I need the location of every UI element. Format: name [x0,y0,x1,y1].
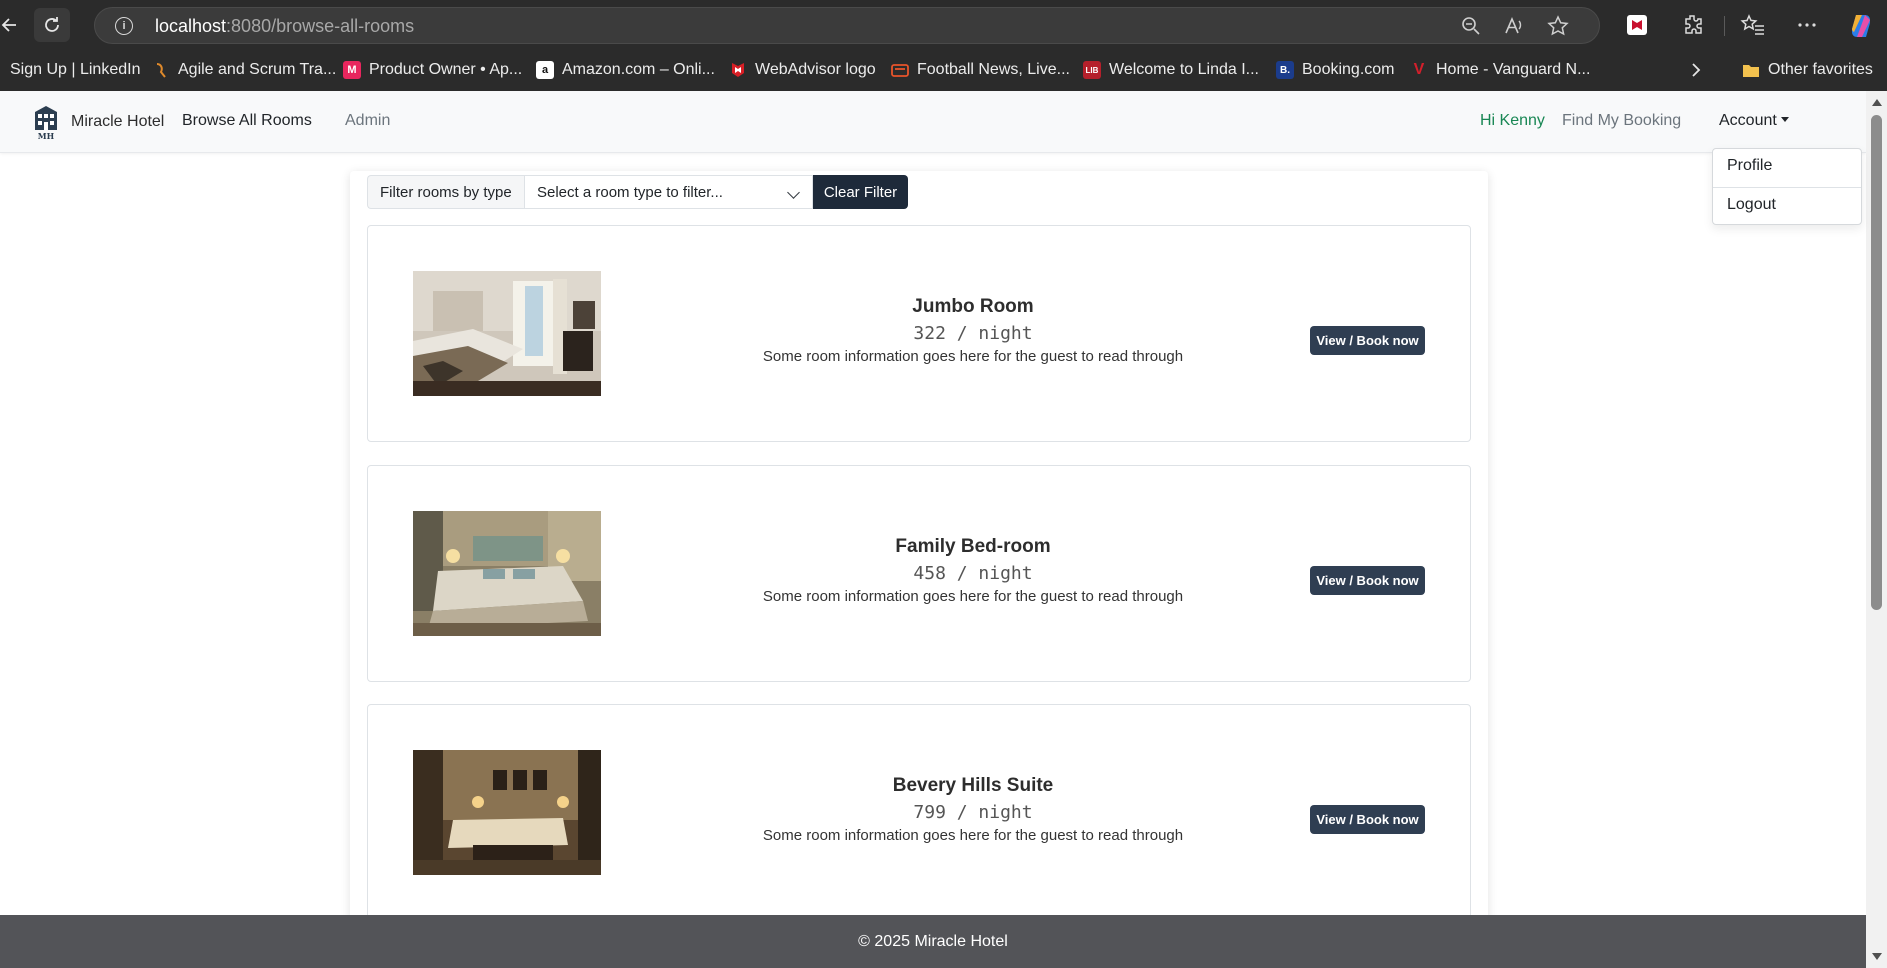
site-info-icon[interactable]: i [115,17,133,35]
room-photo[interactable] [413,511,601,636]
browser-toolbar: i localhost:8080/browse-all-rooms [0,0,1887,50]
copilot-icon[interactable] [1848,12,1874,38]
room-card: Bevery Hills Suite 799 / night Some room… [367,704,1471,921]
filter-label: Filter rooms by type [367,175,524,209]
agile-icon [152,61,170,79]
room-description: Some room information goes here for the … [762,348,1184,365]
menu-divider [1713,187,1861,188]
reload-icon[interactable] [34,8,70,42]
bookmarks-overflow-chevron-icon[interactable] [1689,59,1703,81]
room-photo[interactable] [413,271,601,396]
menu-item-profile[interactable]: Profile [1727,157,1772,175]
brand-name[interactable]: Miracle Hotel [71,113,164,131]
view-book-button[interactable]: View / Book now [1310,805,1425,834]
bookmark-amazon[interactable]: a Amazon.com – Onli... [536,59,715,81]
back-icon[interactable] [0,8,28,42]
football-news-icon [891,61,909,79]
view-book-button[interactable]: View / Book now [1310,566,1425,595]
site-navbar: MH Miracle Hotel Browse All Rooms Admin … [0,91,1866,153]
product-owner-icon: M [343,61,361,79]
room-info: Bevery Hills Suite 799 / night Some room… [668,775,1278,844]
room-filter: Filter rooms by type Select a room type … [367,175,908,209]
mcafee-icon [729,61,747,79]
bookmark-booking[interactable]: B. Booking.com [1276,59,1395,81]
user-greeting: Hi Kenny [1480,112,1545,129]
booking-icon: B. [1276,61,1294,79]
clear-filter-button[interactable]: Clear Filter [813,175,908,209]
caret-down-icon [1780,117,1789,122]
logo-text: MH [38,131,55,140]
more-menu-icon[interactable] [1794,12,1820,38]
amazon-icon: a [536,61,554,79]
room-card: Jumbo Room 322 / night Some room informa… [367,225,1471,442]
url-text[interactable]: localhost:8080/browse-all-rooms [155,16,414,37]
nav-admin[interactable]: Admin [345,112,390,130]
hotel-logo-icon: MH [35,106,57,140]
folder-icon [1742,61,1760,79]
mcafee-extension-icon[interactable] [1624,12,1650,38]
scroll-down-arrow-icon[interactable] [1872,953,1882,960]
brand[interactable]: MH Miracle Hotel [33,104,164,140]
page-scrollbar[interactable] [1866,91,1887,968]
menu-item-logout[interactable]: Logout [1727,196,1776,214]
view-book-button[interactable]: View / Book now [1310,326,1425,355]
account-dropdown-toggle[interactable]: Account [1719,112,1789,130]
bookmark-vanguard[interactable]: V Home - Vanguard N... [1410,59,1591,81]
site-footer: © 2025 Miracle Hotel [0,915,1866,968]
room-type: Bevery Hills Suite [892,775,1054,796]
room-type: Family Bed-room [895,536,1051,557]
room-info: Jumbo Room 322 / night Some room informa… [668,296,1278,365]
bookmark-linkedin[interactable]: Sign Up | LinkedIn [10,59,140,81]
nav-find-my-booking[interactable]: Find My Booking [1562,112,1681,130]
bookmark-product-owner[interactable]: M Product Owner • Ap... [343,59,522,81]
nav-browse-all-rooms[interactable]: Browse All Rooms [182,112,312,130]
bookmark-linda[interactable]: LIB Welcome to Linda I... [1083,59,1259,81]
room-photo[interactable] [413,750,601,875]
toolbar-divider [1724,16,1725,36]
read-aloud-icon[interactable] [1503,15,1525,37]
account-dropdown-menu: Profile Logout [1712,148,1862,225]
address-bar[interactable]: i localhost:8080/browse-all-rooms [94,7,1600,44]
room-price: 458 / night [913,563,1033,584]
chevron-down-icon [787,186,800,199]
vanguard-icon: V [1413,61,1425,78]
lib-icon: LIB [1083,61,1101,79]
extensions-icon[interactable] [1680,12,1706,38]
bookmark-webadvisor[interactable]: WebAdvisor logo [729,59,876,81]
room-price: 799 / night [913,802,1033,823]
favorites-icon[interactable] [1740,12,1766,38]
bookmark-football-news[interactable]: Football News, Live... [891,59,1070,81]
room-description: Some room information goes here for the … [762,588,1184,605]
zoom-icon[interactable] [1460,15,1482,37]
room-description: Some room information goes here for the … [762,827,1184,844]
room-type: Jumbo Room [912,296,1034,317]
scrollbar-thumb[interactable] [1871,115,1882,610]
scroll-up-arrow-icon[interactable] [1872,99,1882,106]
room-price: 322 / night [913,323,1033,344]
room-card: Family Bed-room 458 / night Some room in… [367,465,1471,682]
bookmark-agile[interactable]: Agile and Scrum Tra... [152,59,336,81]
bookmarks-bar: Sign Up | LinkedIn Agile and Scrum Tra..… [0,50,1887,91]
other-favorites[interactable]: Other favorites [1742,59,1873,81]
room-type-select[interactable]: Select a room type to filter... [524,175,813,209]
favorite-star-icon[interactable] [1547,15,1569,37]
page-viewport: MH Miracle Hotel Browse All Rooms Admin … [0,91,1887,968]
room-info: Family Bed-room 458 / night Some room in… [668,536,1278,605]
